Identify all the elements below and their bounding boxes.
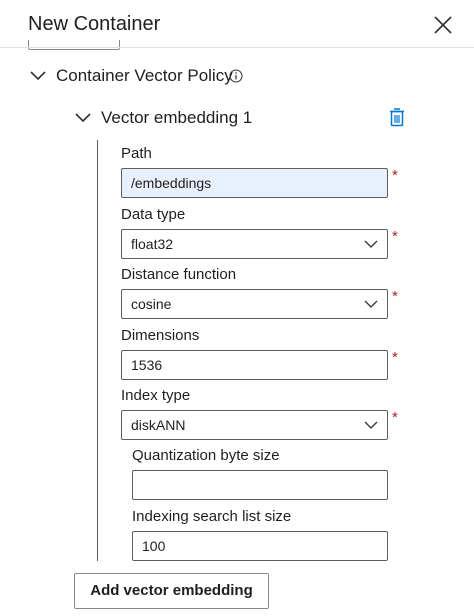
index-type-label: Index type <box>121 387 191 404</box>
embedding-title: Vector embedding 1 <box>101 108 253 127</box>
path-input[interactable]: /embeddings <box>121 168 388 198</box>
data-type-dropdown[interactable]: float32 <box>121 229 388 259</box>
chevron-down-icon <box>75 113 91 123</box>
distance-function-value: cosine <box>131 296 172 312</box>
required-marker: * <box>392 288 398 305</box>
distance-function-dropdown[interactable]: cosine <box>121 289 388 319</box>
indexing-search-list-size-input[interactable]: 100 <box>132 531 388 561</box>
data-type-value: float32 <box>131 236 174 252</box>
info-icon[interactable] <box>229 69 243 83</box>
required-marker: * <box>392 409 398 426</box>
quantization-byte-size-input[interactable] <box>132 470 388 500</box>
path-label: Path <box>121 145 152 162</box>
chevron-down-icon <box>364 421 378 429</box>
index-type-dropdown[interactable]: diskANN <box>121 410 388 440</box>
chevron-down-icon <box>30 71 46 81</box>
quantization-byte-size-label: Quantization byte size <box>132 447 280 464</box>
trash-icon[interactable] <box>388 107 406 127</box>
embedding-group-line <box>97 140 98 561</box>
add-vector-embedding-button[interactable]: Add vector embedding <box>74 573 269 609</box>
chevron-down-icon <box>364 240 378 248</box>
required-marker: * <box>392 228 398 245</box>
close-icon[interactable] <box>432 14 454 36</box>
indexing-search-list-size-label: Indexing search list size <box>132 508 292 525</box>
index-type-value: diskANN <box>131 417 186 433</box>
distance-function-label: Distance function <box>121 266 237 283</box>
required-marker: * <box>392 349 398 366</box>
panel-title: New Container <box>28 13 161 35</box>
dimensions-label: Dimensions <box>121 327 200 344</box>
dimensions-input[interactable]: 1536 <box>121 350 388 380</box>
partial-button[interactable] <box>28 40 120 50</box>
vector-policy-title: Container Vector Policy <box>56 66 233 85</box>
header-divider <box>0 47 474 48</box>
chevron-down-icon <box>364 300 378 308</box>
required-marker: * <box>392 167 398 184</box>
data-type-label: Data type <box>121 206 186 223</box>
